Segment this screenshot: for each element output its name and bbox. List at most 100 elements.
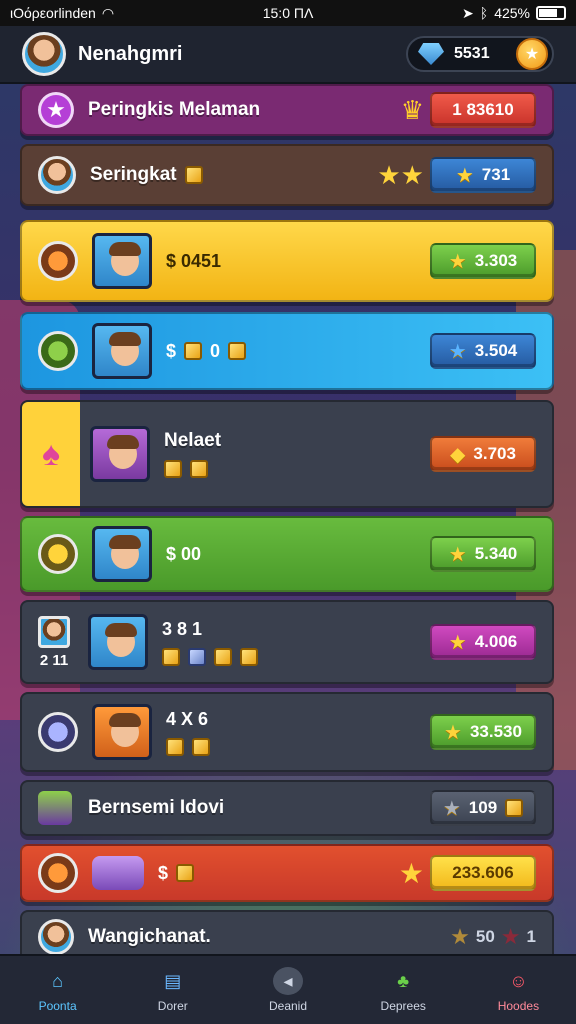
row-amount: 4 X 6 (166, 708, 209, 729)
avatar (38, 615, 70, 648)
row-score: ★ 4.006 (430, 624, 536, 660)
list-item[interactable]: $ 00 ★ 5.340 (20, 516, 554, 592)
add-coin-button[interactable]: ★ (516, 38, 548, 70)
row-score: 233.606 (430, 855, 536, 891)
bottom-tab-bar: ⌂ Poonta ▤ Dorer ◂ Deanid ♣ Deprees ☺ Ho… (0, 954, 576, 1024)
row-score-value: 3.303 (474, 251, 518, 270)
cube-icon (166, 737, 184, 756)
cube-group (162, 647, 258, 666)
tray-icon (92, 856, 144, 890)
player-portrait (92, 704, 152, 760)
emblem-icon (38, 712, 78, 752)
row-amount: $ (158, 863, 195, 884)
cube-group (166, 737, 210, 756)
location-icon: ➤ (462, 4, 474, 21)
row-title: Seringkat (90, 164, 177, 185)
star-badge-icon: ★ (38, 92, 74, 128)
header: Nenahgmri 5531 ★ (0, 26, 576, 84)
player-avatar[interactable] (22, 32, 66, 76)
cube-icon (176, 864, 195, 882)
cube-group (164, 460, 221, 478)
row-score: ★ 5.340 (430, 536, 536, 572)
row-score: ◆ 3.703 (430, 436, 536, 472)
tab-label: Deprees (380, 999, 426, 1013)
list-item[interactable]: $ ★ 233.606 (20, 844, 554, 902)
row-score: 1 83610 (430, 92, 536, 128)
amount-value: 0 (210, 340, 221, 361)
tab-label: Deanid (268, 999, 308, 1013)
star-icon: ★ (398, 857, 424, 889)
row-title: Bernsemi Idovi (88, 797, 225, 818)
list-item[interactable]: Seringkat ★★ ★ 731 (20, 144, 554, 206)
row-title: Wangichanat. (88, 926, 211, 947)
cube-icon (162, 647, 180, 666)
row-score-value: 3.703 (473, 444, 516, 463)
player-portrait (92, 323, 152, 379)
row-score-value: 3.504 (474, 341, 518, 360)
player-portrait (88, 614, 148, 670)
leaf-icon: ◆ (450, 443, 466, 466)
list-item[interactable]: ♠ Nelaet ◆ 3.703 (20, 400, 554, 508)
gem-icon (418, 43, 444, 65)
status-bar: ιΟόρεοrlinden ◠ 15:0 ΠΛ ➤ ᛒ 425% (0, 0, 576, 26)
rank-number: 2 11 (39, 651, 69, 669)
row-amount: 3 8 1 (162, 618, 203, 639)
cube-icon (184, 166, 203, 184)
shop-icon: ▤ (164, 970, 182, 991)
row-score: ★ 731 (430, 157, 536, 193)
cube-icon (190, 460, 208, 478)
row-score-value: 109 (468, 798, 498, 817)
row-title: Peringkis Melaman (88, 99, 261, 120)
tab-chat[interactable]: ◂ Deanid (230, 956, 345, 1024)
cube-icon (505, 799, 524, 817)
star-pile-icon: ★★ (377, 159, 424, 190)
cube-icon (192, 737, 210, 756)
leaderboard-list: ★ Peringkis Melaman ♛ 1 83610 Seringkat … (20, 84, 554, 972)
player-portrait (92, 526, 152, 582)
row-accent: ♠ (22, 402, 80, 506)
star-icon: ★ (444, 721, 462, 744)
cube-icon (184, 342, 203, 360)
star-icon: ★ (448, 250, 467, 273)
tab-shop[interactable]: ▤ Dorer (115, 956, 230, 1024)
emblem-icon (38, 534, 78, 574)
currency-value: 5531 (454, 45, 490, 62)
star-icon: ★ (448, 340, 467, 363)
currency-pill[interactable]: 5531 ★ (406, 36, 554, 72)
player-portrait (92, 233, 152, 289)
emblem-icon (38, 241, 78, 281)
star-icon: ★ (448, 631, 467, 654)
tab-home[interactable]: ⌂ Poonta (0, 956, 115, 1024)
row-amount: $ 0451 (166, 250, 222, 271)
row-score: ★ 33.530 (430, 714, 536, 750)
list-item[interactable]: $ 0451 ★ 3.303 (20, 220, 554, 302)
tab-profile[interactable]: ☺ Hoodes (461, 956, 576, 1024)
cube-icon (164, 460, 182, 478)
trophy-icon: ♛ (400, 94, 424, 125)
list-item[interactable]: ★ Peringkis Melaman ♛ 1 83610 (20, 84, 554, 136)
status-time: 15:0 ΠΛ (262, 5, 314, 21)
emblem-icon (38, 853, 78, 893)
list-item[interactable]: $ 0 ★ 3.504 (20, 312, 554, 390)
amount-currency: $ (166, 340, 177, 361)
emblem-icon (38, 331, 78, 371)
profile-icon: ☺ (509, 970, 528, 991)
tab-label: Dorer (157, 999, 188, 1013)
cube-icon (214, 647, 232, 666)
list-item[interactable]: 4 X 6 ★ 33.530 (20, 692, 554, 772)
list-item[interactable]: Bernsemi Idovi ★ 109 (20, 780, 554, 836)
row-amount: $ 00 (166, 543, 202, 564)
cube-icon (240, 647, 258, 666)
row-score-value: 5.340 (474, 544, 518, 563)
tab-label: Poonta (38, 999, 77, 1013)
tab-clover[interactable]: ♣ Deprees (346, 956, 461, 1024)
cube-icon (228, 342, 247, 360)
row-score-value: 731 (481, 165, 511, 184)
carrier-text: ιΟόρεοrlinden (10, 5, 96, 21)
row-score-value: 33.530 (469, 722, 522, 741)
list-item[interactable]: 2 11 3 8 1 ★ 4.006 (20, 600, 554, 684)
chat-icon: ◂ (273, 967, 303, 995)
row-score: ★ 3.303 (430, 243, 536, 279)
player-name: Nenahgmri (78, 42, 183, 65)
row-amount: $ 0 (166, 340, 247, 362)
